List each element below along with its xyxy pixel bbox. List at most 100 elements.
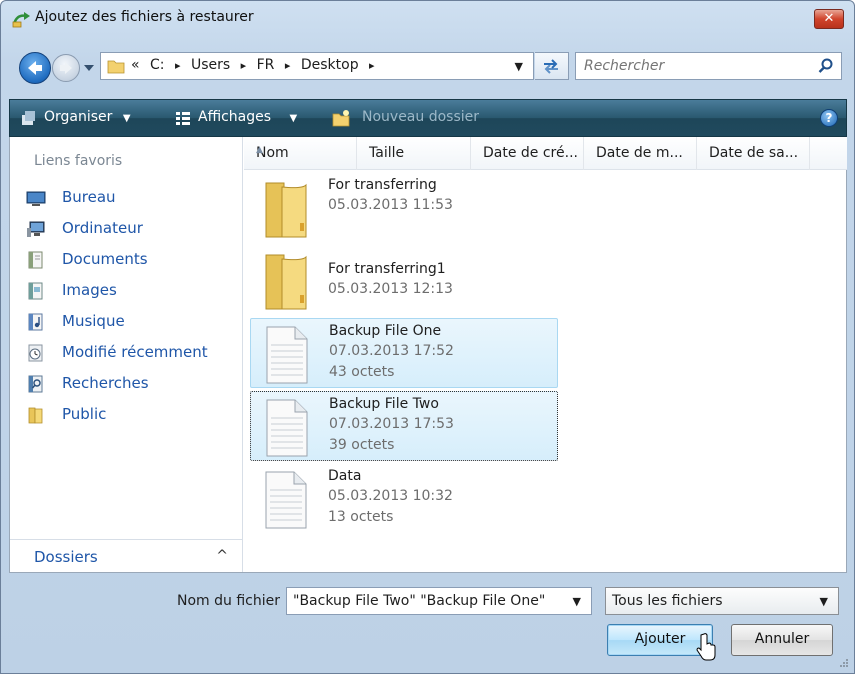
file-date: 05.03.2013 10:32: [328, 488, 453, 504]
nav-item-label: Images: [62, 281, 117, 299]
search-box[interactable]: [575, 52, 842, 80]
file-item-folder[interactable]: For transferring 05.03.2013 11:53: [250, 173, 558, 243]
column-label: Date de cré...: [483, 145, 578, 161]
text-file-icon: [265, 471, 307, 529]
nav-item-musique[interactable]: Musique: [22, 309, 237, 335]
nav-item-bureau[interactable]: Bureau: [22, 185, 237, 211]
file-size: 13 octets: [328, 509, 394, 525]
music-icon: [28, 313, 43, 331]
file-size: 39 octets: [329, 437, 395, 453]
file-date: 07.03.2013 17:52: [329, 343, 454, 359]
nav-item-ordinateur[interactable]: Ordinateur: [22, 216, 237, 242]
recent-pages-dropdown-icon[interactable]: [82, 62, 96, 74]
nav-item-images[interactable]: Images: [22, 278, 237, 304]
file-type-value: Tous les fichiers: [612, 593, 723, 609]
file-name: Backup File Two: [329, 396, 439, 412]
breadcrumb-separator[interactable]: ▸: [285, 59, 291, 72]
views-button[interactable]: Affichages ▼: [198, 109, 297, 125]
searches-icon: [28, 375, 43, 393]
window-title: Ajoutez des fichiers à restaurer: [35, 9, 254, 25]
pictures-icon: [28, 282, 43, 300]
forward-button[interactable]: [52, 54, 80, 82]
text-file-icon: [266, 399, 308, 457]
sort-ascending-icon: ▲: [256, 145, 263, 155]
column-header: Nom ▲ Taille Date de cré... Date de m...…: [244, 137, 847, 170]
column-label: Taille: [369, 145, 405, 161]
filename-label: Nom du fichier :: [177, 593, 290, 609]
file-type-select[interactable]: Tous les fichiers ▼: [605, 587, 839, 615]
file-name: For transferring: [328, 177, 437, 193]
file-dialog-window: Ajoutez des fichiers à restaurer ✕ « C: …: [0, 0, 855, 674]
resize-grip-icon[interactable]: [838, 657, 848, 667]
file-date: 05.03.2013 11:53: [328, 197, 453, 213]
file-item[interactable]: Data 05.03.2013 10:32 13 octets: [250, 464, 558, 534]
search-icon[interactable]: [817, 57, 835, 75]
folder-icon: [265, 254, 307, 310]
nav-item-label: Ordinateur: [62, 219, 143, 237]
computer-icon: [27, 221, 45, 237]
breadcrumb-item-users[interactable]: Users: [191, 57, 230, 73]
folders-toggle[interactable]: Dossiers ^: [10, 539, 242, 572]
title-bar: Ajoutez des fichiers à restaurer ✕: [1, 1, 854, 35]
mouse-cursor-icon: [696, 633, 716, 661]
views-label: Affichages: [198, 109, 272, 125]
breadcrumb-item-fr[interactable]: FR: [257, 57, 275, 73]
chevron-down-icon: ▼: [819, 595, 828, 608]
organize-icon: [22, 111, 35, 125]
breadcrumb-separator[interactable]: ▸: [175, 59, 181, 72]
filename-value[interactable]: "Backup File Two" "Backup File One": [293, 593, 545, 609]
file-item-selected[interactable]: Backup File One 07.03.2013 17:52 43 octe…: [250, 318, 558, 388]
nav-item-recherches[interactable]: Recherches: [22, 371, 237, 397]
file-name: Backup File One: [329, 323, 442, 339]
cancel-button[interactable]: Annuler: [731, 624, 833, 656]
restore-icon: [12, 12, 30, 28]
nav-item-public[interactable]: Public: [22, 402, 237, 428]
navigation-bar: « C: ▸ Users ▸ FR ▸ Desktop ▸ ▼: [1, 45, 854, 87]
breadcrumb-separator[interactable]: ▸: [369, 59, 375, 72]
column-saved[interactable]: Date de sa...: [697, 137, 810, 170]
nav-item-recent[interactable]: Modifié récemment: [22, 340, 237, 366]
nav-item-label: Recherches: [62, 374, 149, 392]
file-item-folder[interactable]: For transferring1 05.03.2013 12:13: [250, 245, 558, 315]
documents-icon: [28, 251, 43, 269]
search-input[interactable]: [584, 56, 804, 76]
breadcrumb-item-c[interactable]: C:: [150, 57, 165, 73]
desktop-icon: [26, 191, 46, 206]
nav-item-label: Musique: [62, 312, 125, 330]
command-toolbar: Organiser ▼ Affichages ▼ Nouveau dossier…: [9, 99, 847, 137]
back-button[interactable]: [19, 52, 51, 84]
folder-icon: [28, 407, 43, 424]
breadcrumb-overflow[interactable]: «: [131, 57, 140, 73]
dialog-content: Liens favoris Bureau Ordinateur Document…: [9, 137, 847, 573]
column-label: Date de sa...: [709, 145, 799, 161]
column-size[interactable]: Taille: [357, 137, 471, 170]
nav-item-documents[interactable]: Documents: [22, 247, 237, 273]
address-bar[interactable]: « C: ▸ Users ▸ FR ▸ Desktop ▸ ▼: [100, 52, 534, 80]
nav-item-label: Modifié récemment: [62, 343, 208, 361]
column-modified[interactable]: Date de m...: [584, 137, 697, 170]
breadcrumb: « C: ▸ Users ▸ FR ▸ Desktop ▸: [131, 57, 381, 73]
filename-input[interactable]: "Backup File Two" "Backup File One" ▼: [286, 587, 592, 615]
address-dropdown-icon[interactable]: ▼: [515, 60, 523, 73]
chevron-down-icon[interactable]: ▼: [573, 595, 581, 608]
organize-button[interactable]: Organiser ▼: [44, 109, 131, 125]
refresh-button[interactable]: [535, 52, 569, 80]
file-size: 43 octets: [329, 364, 395, 380]
views-icon: [176, 112, 190, 125]
nav-item-label: Public: [62, 405, 107, 423]
file-name: Data: [328, 468, 362, 484]
chevron-down-icon: ▼: [122, 113, 131, 124]
new-folder-icon: [332, 110, 350, 127]
breadcrumb-separator[interactable]: ▸: [241, 59, 247, 72]
file-item-selected[interactable]: Backup File Two 07.03.2013 17:53 39 octe…: [250, 391, 558, 461]
column-name[interactable]: Nom ▲: [244, 137, 357, 170]
text-file-icon: [266, 326, 308, 384]
column-created[interactable]: Date de cré...: [471, 137, 584, 170]
arrow-right-icon: [60, 62, 72, 74]
column-label: Date de m...: [596, 145, 683, 161]
help-icon[interactable]: ?: [820, 109, 838, 127]
close-button[interactable]: ✕: [814, 9, 844, 29]
new-folder-button[interactable]: Nouveau dossier: [362, 109, 479, 125]
recent-icon: [28, 344, 43, 362]
breadcrumb-item-desktop[interactable]: Desktop: [301, 57, 359, 73]
